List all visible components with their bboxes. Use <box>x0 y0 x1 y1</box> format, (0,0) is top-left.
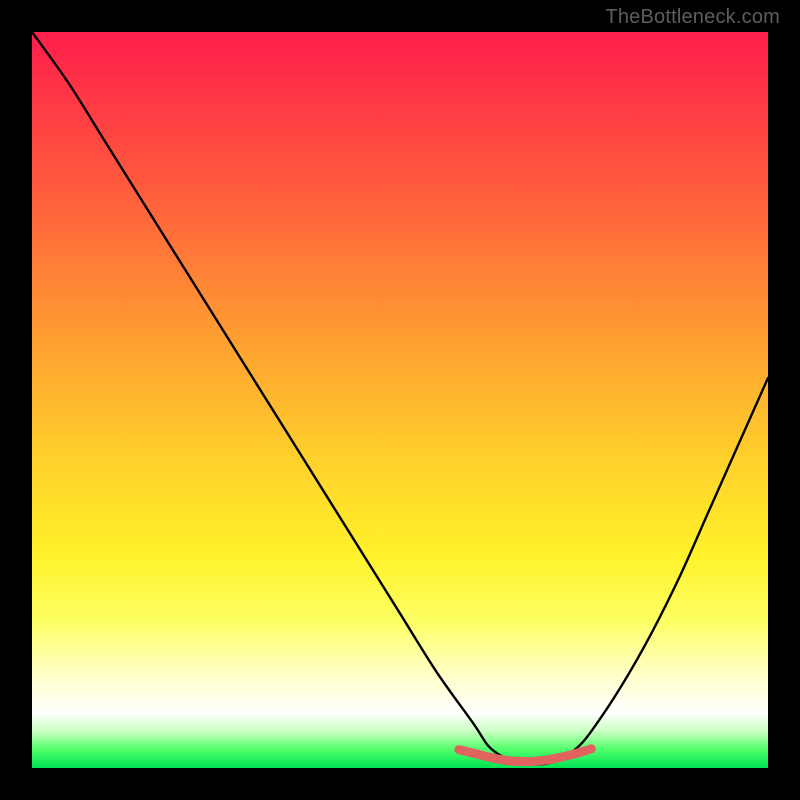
watermark-text: TheBottleneck.com <box>605 6 780 29</box>
bottleneck-curve <box>32 32 768 764</box>
chart-frame: TheBottleneck.com <box>0 0 800 800</box>
chart-overlay <box>32 32 768 768</box>
sweet-spot-band <box>459 749 591 762</box>
